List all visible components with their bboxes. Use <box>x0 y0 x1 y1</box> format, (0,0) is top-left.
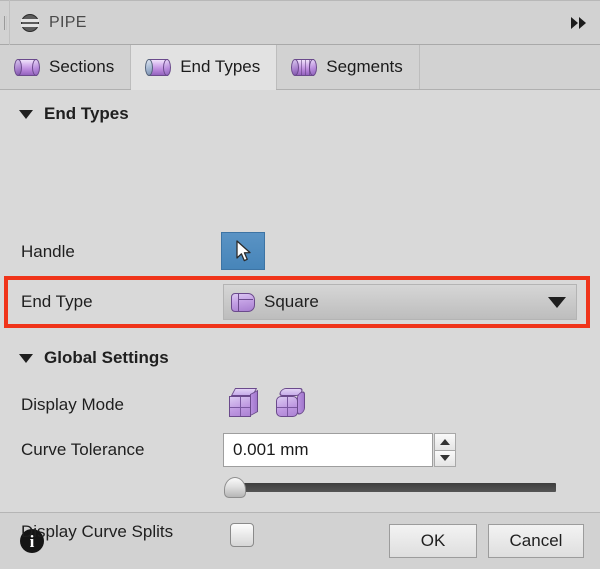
tab-segments[interactable]: Segments <box>277 45 420 89</box>
curve-tolerance-row: Curve Tolerance <box>0 438 144 462</box>
spinner-down-icon[interactable] <box>434 449 456 467</box>
caret-down-icon[interactable] <box>19 109 33 119</box>
slider-track[interactable] <box>237 483 556 492</box>
drag-grip[interactable] <box>0 0 10 45</box>
slider-knob[interactable] <box>224 477 246 498</box>
end-type-highlight-box <box>4 276 590 328</box>
caret-down-icon[interactable] <box>19 353 33 363</box>
handle-picker-button[interactable] <box>221 232 265 270</box>
ok-button[interactable]: OK <box>389 524 477 558</box>
tab-sections-label: Sections <box>49 57 115 76</box>
display-curve-splits-label: Display Curve Splits <box>21 522 174 541</box>
display-mode-label: Display Mode <box>21 395 124 414</box>
display-curve-splits-row: Display Curve Splits <box>0 520 173 544</box>
tab-segments-label: Segments <box>326 57 403 76</box>
cube-sharp-icon[interactable] <box>228 388 258 418</box>
cylinder-end-types-icon <box>145 58 172 76</box>
section-header-global-settings-label: Global Settings <box>44 348 169 367</box>
handle-row: Handle <box>0 240 75 264</box>
cancel-button[interactable]: Cancel <box>488 524 584 558</box>
double-chevron-right-icon[interactable] <box>564 16 586 30</box>
tab-strip-filler <box>419 45 600 89</box>
curve-tolerance-input[interactable]: 0.001 mm <box>223 433 433 467</box>
curve-tolerance-slider[interactable] <box>224 477 556 498</box>
dialog-titlebar: PIPE <box>0 0 600 45</box>
pipe-dialog: PIPE Sections End Types Segments End Typ… <box>0 0 600 569</box>
tab-end-types[interactable]: End Types <box>130 45 278 90</box>
tab-end-types-label: End Types <box>180 57 261 76</box>
cylinder-sections-icon <box>14 58 40 76</box>
page-title: PIPE <box>49 13 87 31</box>
display-mode-options <box>228 388 305 418</box>
cylinder-segments-icon <box>291 58 318 76</box>
arrow-cursor-icon <box>235 239 251 261</box>
section-header-global-settings[interactable]: Global Settings <box>0 348 169 368</box>
handle-label: Handle <box>21 242 75 261</box>
tab-strip: Sections End Types Segments <box>0 45 600 90</box>
display-mode-row: Display Mode <box>0 393 124 417</box>
curve-tolerance-label: Curve Tolerance <box>21 440 145 459</box>
section-header-end-types[interactable]: End Types <box>0 104 129 124</box>
display-curve-splits-checkbox[interactable] <box>230 523 254 547</box>
tab-sections[interactable]: Sections <box>0 45 132 89</box>
spinner-up-icon[interactable] <box>434 433 456 450</box>
settings-panel: End Types Handle End Type Square Global … <box>0 90 600 547</box>
cube-rounded-icon[interactable] <box>275 388 305 418</box>
pipe-icon <box>21 13 39 32</box>
section-header-end-types-label: End Types <box>44 104 129 123</box>
curve-tolerance-stepper <box>434 433 456 467</box>
